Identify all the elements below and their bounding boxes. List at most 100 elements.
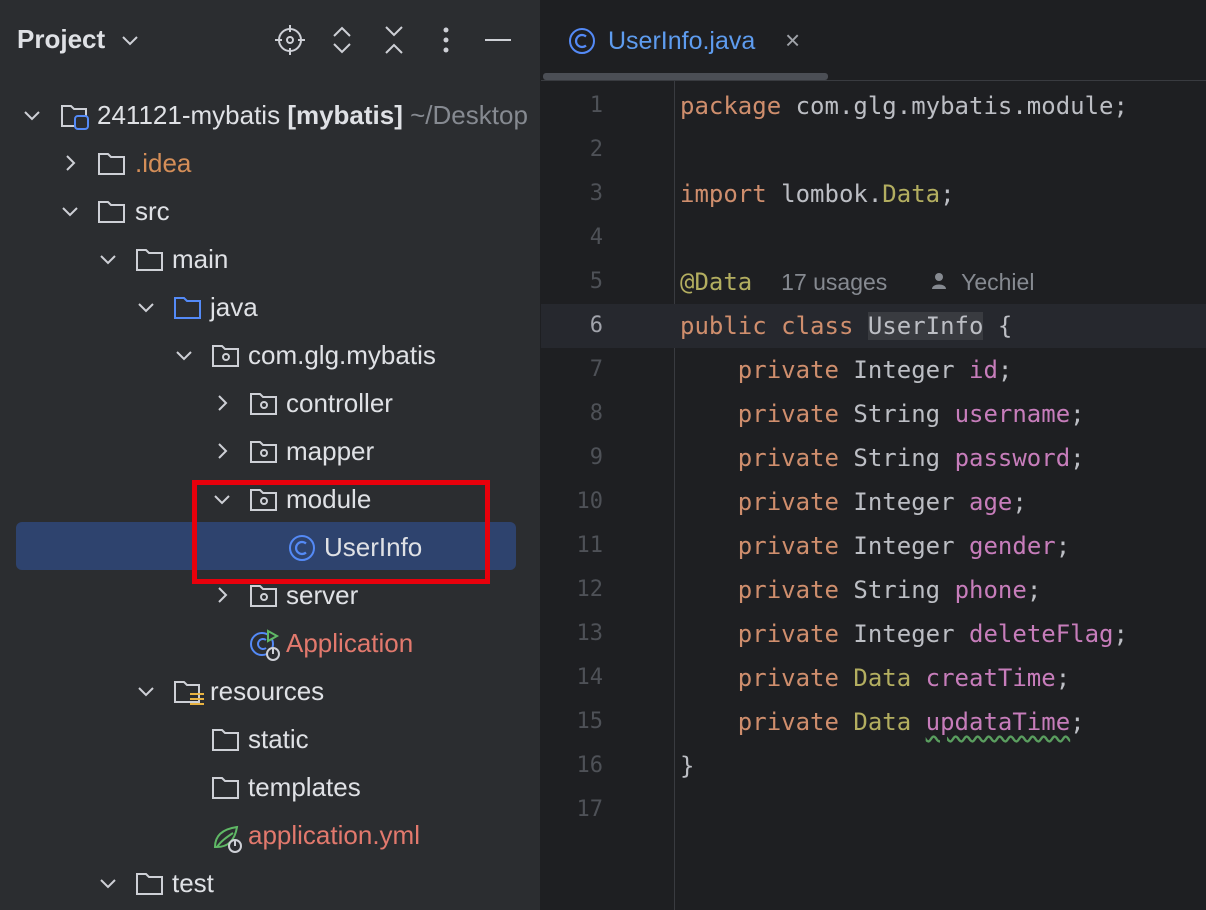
resources-folder-icon — [173, 677, 204, 705]
chevron-right-icon[interactable] — [58, 151, 82, 175]
annotation: @Data — [680, 268, 753, 296]
chevron-down-icon[interactable] — [20, 103, 44, 127]
tree-item-templates[interactable]: templates — [0, 763, 540, 811]
tree-item-idea[interactable]: .idea — [0, 139, 540, 187]
line-number: 8 — [589, 401, 603, 426]
code-editor: UserInfo.java × 1 package com.glg.mybati… — [541, 0, 1206, 910]
chevron-down-icon[interactable] — [96, 871, 120, 895]
tree-item-static[interactable]: static — [0, 715, 540, 763]
spring-config-icon — [211, 821, 242, 853]
import-class: Data — [882, 180, 941, 208]
author-hint[interactable]: Yechiel — [961, 269, 1034, 295]
minimize-icon[interactable] — [480, 22, 516, 58]
field-name: username — [954, 400, 1071, 428]
code-line: 4 — [541, 216, 1206, 260]
code-line: 15 private Data updataTime; — [541, 700, 1206, 744]
project-panel: Project 241121-mybatis [mybatis] ~/Deskt… — [0, 0, 540, 910]
code-line: 11 private Integer gender; — [541, 524, 1206, 568]
tree-item-label: 241121-mybatis — [97, 100, 281, 130]
tree-item-label: server — [286, 580, 359, 610]
tree-item-label: .idea — [135, 148, 192, 178]
keyword: private — [737, 620, 839, 648]
tree-item-project-root[interactable]: 241121-mybatis [mybatis] ~/Desktop — [0, 91, 540, 139]
tree-item-test[interactable]: test — [0, 859, 540, 907]
tab-userinfo-java[interactable]: UserInfo.java × — [541, 0, 828, 80]
chevron-right-icon[interactable] — [210, 391, 234, 415]
locate-icon[interactable] — [272, 22, 308, 58]
code-line: 12 private String phone; — [541, 568, 1206, 612]
class-icon — [567, 26, 597, 61]
tree-item-resources[interactable]: resources — [0, 667, 540, 715]
chevron-down-icon[interactable] — [134, 679, 158, 703]
folder-icon — [97, 197, 125, 225]
package-icon — [211, 341, 239, 369]
semicolon: ; — [1026, 576, 1042, 604]
line-number: 17 — [576, 797, 604, 822]
code-line: 2 — [541, 128, 1206, 172]
line-number: 6 — [589, 313, 603, 338]
line-number: 11 — [576, 533, 604, 558]
tree-item-application[interactable]: Application — [0, 619, 540, 667]
tree-item-label: src — [135, 196, 170, 226]
keyword: private — [737, 532, 839, 560]
field-type: String — [853, 444, 941, 472]
tree-item-main[interactable]: main — [0, 235, 540, 283]
chevron-down-icon[interactable] — [172, 343, 196, 367]
line-number: 7 — [589, 357, 603, 382]
tree-item-mapper[interactable]: mapper — [0, 427, 540, 475]
tree-item-label: static — [248, 724, 309, 754]
folder-icon — [211, 725, 239, 753]
keyword: private — [737, 664, 839, 692]
field-name: gender — [969, 532, 1056, 560]
code-line: 7 private Integer id; — [541, 348, 1206, 392]
code-line: 16 } — [541, 744, 1206, 788]
tree-item-label: main — [172, 244, 229, 274]
red-annotation-box — [192, 480, 490, 584]
line-number: 13 — [576, 621, 604, 646]
keyword: private — [737, 400, 839, 428]
tree-item-label: com.glg.mybatis — [248, 340, 436, 370]
code-line: 14 private Data creatTime; — [541, 656, 1206, 700]
line-number: 15 — [576, 709, 604, 734]
tree-item-application-yml[interactable]: application.yml — [0, 811, 540, 859]
chevron-right-icon[interactable] — [210, 583, 234, 607]
chevron-down-icon[interactable] — [58, 199, 82, 223]
field-name-warning: updataTime — [925, 708, 1071, 736]
tree-item-src[interactable]: src — [0, 187, 540, 235]
close-icon[interactable]: × — [785, 27, 800, 53]
code-line-current: 6 public class UserInfo { — [541, 304, 1206, 348]
tree-item-package-root[interactable]: com.glg.mybatis — [0, 331, 540, 379]
chevron-down-icon[interactable] — [96, 247, 120, 271]
chevron-down-icon[interactable] — [134, 295, 158, 319]
module-name-label: [mybatis] — [287, 100, 403, 130]
more-options-icon[interactable] — [428, 22, 464, 58]
expand-all-icon[interactable] — [324, 22, 360, 58]
line-number: 3 — [589, 181, 603, 206]
collapse-all-icon[interactable] — [376, 22, 412, 58]
keyword: import — [680, 180, 767, 208]
field-name: creatTime — [925, 664, 1056, 692]
code-line: 8 private String username; — [541, 392, 1206, 436]
code-line: 17 — [541, 788, 1206, 832]
code-line: 10 private Integer age; — [541, 480, 1206, 524]
chevron-down-icon[interactable] — [120, 30, 140, 55]
usages-hint[interactable]: 17 usages — [781, 269, 887, 295]
import-path: lombok. — [766, 180, 883, 208]
keyword: private — [737, 356, 839, 384]
close-brace: } — [680, 752, 695, 780]
project-path-label: ~/Desktop — [410, 100, 528, 130]
line-number: 16 — [576, 753, 604, 778]
field-type: Integer — [853, 620, 955, 648]
code-line: 3 import lombok.Data; — [541, 172, 1206, 216]
line-number: 1 — [589, 93, 603, 118]
tree-item-java[interactable]: java — [0, 283, 540, 331]
keyword: package — [680, 92, 782, 120]
package-name: com.glg.mybatis.module; — [781, 92, 1128, 120]
tree-item-label: application.yml — [248, 820, 420, 850]
field-name: phone — [954, 576, 1027, 604]
chevron-right-icon[interactable] — [210, 439, 234, 463]
tree-item-controller[interactable]: controller — [0, 379, 540, 427]
tree-item-label: controller — [286, 388, 393, 418]
project-panel-title[interactable]: Project — [17, 24, 105, 55]
tree-item-label: templates — [248, 772, 361, 802]
